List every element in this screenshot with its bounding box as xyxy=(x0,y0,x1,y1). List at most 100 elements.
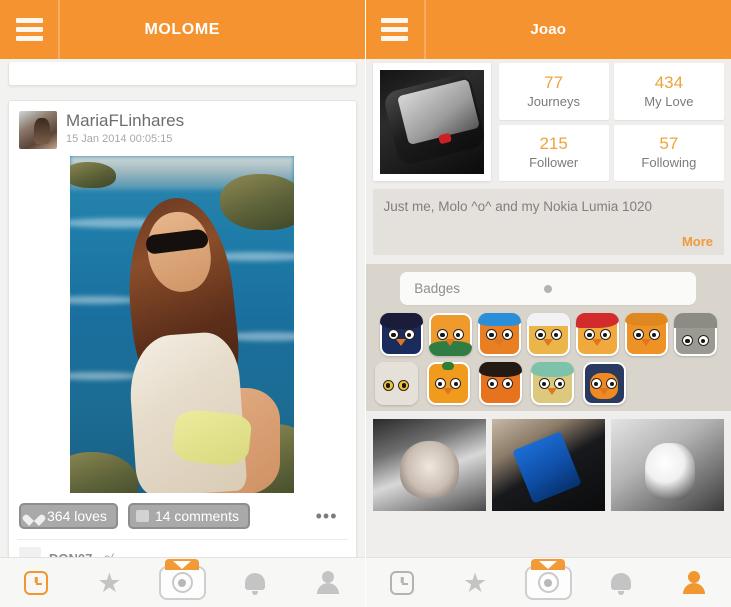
bottom-nav-right: ★ xyxy=(365,557,731,607)
badges-label: Badges xyxy=(414,281,461,296)
right-app-header: Joao xyxy=(365,0,731,59)
badge-beak xyxy=(543,338,554,346)
molome-feed-screen: MOLOME MariaFLinhares 15 Jan 2014 00:05:… xyxy=(0,0,365,607)
nav-profile[interactable] xyxy=(658,558,731,607)
profile-avatar[interactable] xyxy=(372,63,491,181)
clock-icon xyxy=(24,570,49,595)
bell-icon xyxy=(611,571,632,595)
camera-icon xyxy=(158,558,206,600)
badge-beak xyxy=(592,338,603,346)
nav-history[interactable] xyxy=(366,558,439,607)
nav-notifications[interactable] xyxy=(585,558,658,607)
nav-camera[interactable] xyxy=(146,558,219,607)
camera-top-accent xyxy=(531,558,566,570)
stat-following[interactable]: 57 Following xyxy=(613,124,724,181)
post-meta: MariaFLinhares 15 Jan 2014 00:05:15 xyxy=(66,111,184,146)
badges-section: Badges xyxy=(365,264,731,411)
badge-beak xyxy=(494,338,505,346)
post-username[interactable]: MariaFLinhares xyxy=(66,111,184,131)
badge-beak xyxy=(396,338,407,346)
badge-hat xyxy=(526,313,570,326)
profile-bio: Just me, Molo ^o^ and my Nokia Lumia 102… xyxy=(372,189,724,255)
badge-beak xyxy=(599,387,609,395)
badge-wraps xyxy=(374,362,418,405)
owl-wizard-badge[interactable] xyxy=(379,313,423,356)
stat-value: 434 xyxy=(654,72,684,92)
badge-tombstone xyxy=(673,313,717,328)
badge-hat xyxy=(379,313,423,330)
loves-count-label: 364 loves xyxy=(47,508,107,524)
comment-item[interactable]: DON07 ,o( xyxy=(17,539,348,557)
star-icon: ★ xyxy=(463,567,488,598)
nav-profile[interactable] xyxy=(292,558,365,607)
stat-value: 57 xyxy=(659,134,679,154)
owl-orange-badge[interactable] xyxy=(624,313,668,356)
badge-hair xyxy=(624,313,668,326)
post-card: MariaFLinhares 15 Jan 2014 00:05:15 364 … xyxy=(8,100,357,557)
loves-button[interactable]: 364 loves xyxy=(19,503,118,529)
stat-journeys[interactable]: 77 Journeys xyxy=(498,63,609,120)
photo-portrait-hood[interactable] xyxy=(372,419,486,511)
post-header: MariaFLinhares 15 Jan 2014 00:05:15 xyxy=(17,109,348,155)
photo-phone-lockscreen[interactable] xyxy=(491,419,605,511)
nav-camera[interactable] xyxy=(512,558,585,607)
post-timestamp: 15 Jan 2014 00:05:15 xyxy=(66,133,173,145)
owl-bat-badge[interactable] xyxy=(478,362,522,405)
nav-favorites[interactable]: ★ xyxy=(73,558,146,607)
bio-more-link[interactable]: More xyxy=(682,234,713,249)
bio-text: Just me, Molo ^o^ and my Nokia Lumia 102… xyxy=(383,199,653,214)
dual-screenshot-container: MOLOME MariaFLinhares 15 Jan 2014 00:05:… xyxy=(0,0,731,607)
owl-tombstone-badge[interactable] xyxy=(673,313,717,356)
bell-icon xyxy=(245,571,266,595)
stat-follower[interactable]: 215 Follower xyxy=(498,124,609,181)
owl-chef-badge[interactable] xyxy=(526,313,570,356)
comments-button[interactable]: 14 comments xyxy=(127,503,250,529)
post-photo[interactable] xyxy=(70,156,295,493)
photo-dalmatian[interactable] xyxy=(610,419,725,511)
badge-eye-left xyxy=(382,380,394,392)
star-icon: ★ xyxy=(97,567,122,598)
avatar-image xyxy=(379,70,484,174)
owl-green-scarf-badge[interactable] xyxy=(428,313,472,356)
owl-belle-badge[interactable] xyxy=(477,313,521,356)
owl-pumpkin-badge[interactable] xyxy=(426,362,470,405)
left-app-header: MOLOME xyxy=(0,0,365,59)
clock-icon xyxy=(390,570,415,595)
post-actions: 364 loves 14 comments ••• xyxy=(17,493,348,539)
person-icon xyxy=(682,571,706,594)
photo-grid xyxy=(366,411,731,511)
nav-notifications[interactable] xyxy=(219,558,292,607)
stats-grid: 77 Journeys 434 My Love 215 Follower 57 … xyxy=(498,63,724,181)
badge-beak xyxy=(641,338,652,346)
menu-button-right[interactable] xyxy=(366,0,426,59)
nav-favorites[interactable]: ★ xyxy=(439,558,512,607)
badge-eye-right xyxy=(697,335,709,347)
avatar[interactable] xyxy=(19,111,57,149)
owl-mummy-badge[interactable] xyxy=(374,362,418,405)
owl-liberty-badge[interactable] xyxy=(530,362,574,405)
comments-count-label: 14 comments xyxy=(154,508,239,524)
profile-scroll-area[interactable]: 77 Journeys 434 My Love 215 Follower 57 … xyxy=(365,59,731,557)
ellipsis-icon[interactable]: ••• xyxy=(316,507,338,525)
avatar[interactable] xyxy=(19,547,41,557)
feed-scroll-area[interactable]: MariaFLinhares 15 Jan 2014 00:05:15 364 … xyxy=(0,59,365,557)
molome-profile-screen: Joao 77 Journeys 434 My Love 215 Followe… xyxy=(365,0,731,607)
camera-icon xyxy=(524,558,572,600)
profile-summary: 77 Journeys 434 My Love 215 Follower 57 … xyxy=(366,59,731,181)
owl-night-badge[interactable] xyxy=(582,362,626,405)
stat-my-love[interactable]: 434 My Love xyxy=(613,63,724,120)
hamburger-menu-icon xyxy=(378,13,411,46)
badges-selector[interactable]: Badges xyxy=(400,272,697,305)
menu-button-left[interactable] xyxy=(0,0,60,59)
camera-lens xyxy=(537,572,559,593)
subject-shorts xyxy=(171,408,253,468)
badge-crown xyxy=(530,362,574,377)
rock xyxy=(220,174,295,230)
stat-label: Following xyxy=(641,155,697,171)
owl-santa-badge[interactable] xyxy=(575,313,619,356)
previous-post-card-partial[interactable] xyxy=(8,62,357,86)
stat-label: My Love xyxy=(644,93,694,109)
badge-beak xyxy=(495,387,505,395)
badge-stem xyxy=(441,362,455,370)
nav-history[interactable] xyxy=(0,558,73,607)
